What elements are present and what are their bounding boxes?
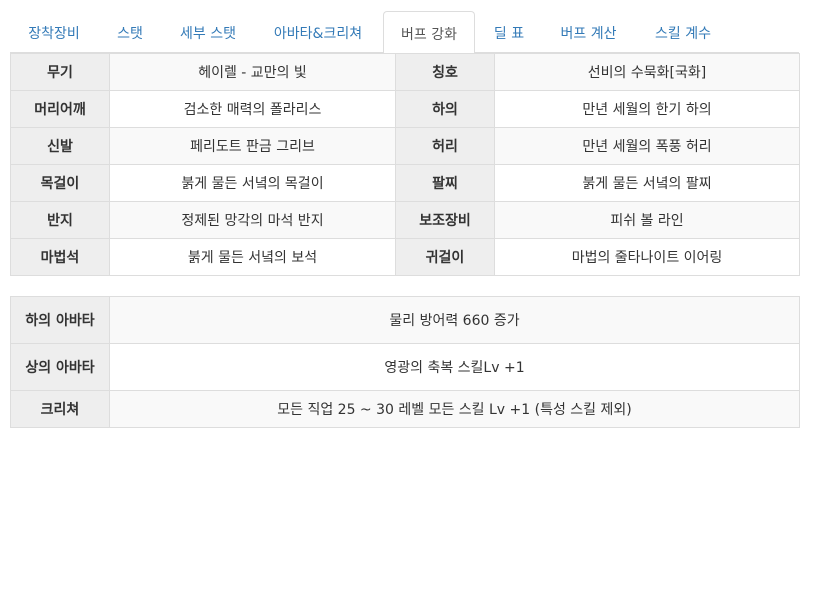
avatar-effect: 영광의 축복 스킬Lv +1 bbox=[109, 343, 800, 391]
slot-label: 칭호 bbox=[395, 53, 495, 91]
tab-avatar-creature[interactable]: 아바타&크리쳐 bbox=[254, 11, 382, 53]
slot-label: 하의 bbox=[395, 90, 495, 128]
slot-label: 목걸이 bbox=[10, 164, 110, 202]
slot-label: 머리어깨 bbox=[10, 90, 110, 128]
item-name: 붉게 물든 서녘의 목걸이 bbox=[109, 164, 396, 202]
avatar-label: 하의 아바타 bbox=[10, 296, 110, 344]
avatar-label: 상의 아바타 bbox=[10, 343, 110, 391]
item-name: 페리도트 판금 그리브 bbox=[109, 127, 396, 165]
table-row: 상의 아바타 영광의 축복 스킬Lv +1 bbox=[10, 343, 800, 391]
table-row: 무기 헤이렐 - 교만의 빛 칭호 선비의 수묵화[국화] bbox=[10, 53, 800, 91]
slot-label: 무기 bbox=[10, 53, 110, 91]
slot-label: 마법석 bbox=[10, 238, 110, 276]
slot-label: 허리 bbox=[395, 127, 495, 165]
item-name: 선비의 수묵화[국화] bbox=[494, 53, 800, 91]
item-name: 붉게 물든 서녘의 팔찌 bbox=[494, 164, 800, 202]
creature-effect: 모든 직업 25 ~ 30 레벨 모든 스킬 Lv +1 (특성 스킬 제외) bbox=[109, 390, 800, 428]
item-name: 붉게 물든 서녘의 보석 bbox=[109, 238, 396, 276]
table-row: 하의 아바타 물리 방어력 660 증가 bbox=[10, 296, 800, 344]
table-row: 신발 페리도트 판금 그리브 허리 만년 세월의 폭풍 허리 bbox=[10, 127, 800, 165]
table-row: 크리쳐 모든 직업 25 ~ 30 레벨 모든 스킬 Lv +1 (특성 스킬 … bbox=[10, 390, 800, 428]
item-name: 정제된 망각의 마석 반지 bbox=[109, 201, 396, 239]
slot-label: 팔찌 bbox=[395, 164, 495, 202]
table-row: 머리어깨 검소한 매력의 폴라리스 하의 만년 세월의 한기 하의 bbox=[10, 90, 800, 128]
tab-equipment[interactable]: 장착장비 bbox=[10, 11, 98, 53]
avatar-creature-table: 하의 아바타 물리 방어력 660 증가 상의 아바타 영광의 축복 스킬Lv … bbox=[10, 296, 800, 428]
tab-bar: 장착장비 스탯 세부 스탯 아바타&크리쳐 버프 강화 딜 표 버프 계산 스킬… bbox=[10, 11, 799, 54]
table-row: 마법석 붉게 물든 서녘의 보석 귀걸이 마법의 줄타나이트 이어링 bbox=[10, 238, 800, 276]
avatar-effect: 물리 방어력 660 증가 bbox=[109, 296, 800, 344]
item-name: 만년 세월의 한기 하의 bbox=[494, 90, 800, 128]
item-name: 헤이렐 - 교만의 빛 bbox=[109, 53, 396, 91]
item-name: 만년 세월의 폭풍 허리 bbox=[494, 127, 800, 165]
table-row: 목걸이 붉게 물든 서녘의 목걸이 팔찌 붉게 물든 서녘의 팔찌 bbox=[10, 164, 800, 202]
tab-buff-calc[interactable]: 버프 계산 bbox=[542, 11, 635, 53]
slot-label: 보조장비 bbox=[395, 201, 495, 239]
slot-label: 신발 bbox=[10, 127, 110, 165]
tab-skill-coefficient[interactable]: 스킬 계수 bbox=[635, 11, 731, 53]
slot-label: 귀걸이 bbox=[395, 238, 495, 276]
slot-label: 반지 bbox=[10, 201, 110, 239]
tab-damage-table[interactable]: 딜 표 bbox=[476, 11, 542, 53]
item-name: 검소한 매력의 폴라리스 bbox=[109, 90, 396, 128]
tab-stats[interactable]: 스탯 bbox=[98, 11, 162, 53]
item-name: 피쉬 볼 라인 bbox=[494, 201, 800, 239]
page: 장착장비 스탯 세부 스탯 아바타&크리쳐 버프 강화 딜 표 버프 계산 스킬… bbox=[0, 0, 819, 614]
creature-label: 크리쳐 bbox=[10, 390, 110, 428]
item-name: 마법의 줄타나이트 이어링 bbox=[494, 238, 800, 276]
table-row: 반지 정제된 망각의 마석 반지 보조장비 피쉬 볼 라인 bbox=[10, 201, 800, 239]
equipment-table: 무기 헤이렐 - 교만의 빛 칭호 선비의 수묵화[국화] 머리어깨 검소한 매… bbox=[10, 53, 800, 276]
tab-buff-enhance[interactable]: 버프 강화 bbox=[383, 11, 475, 54]
tab-detail-stats[interactable]: 세부 스탯 bbox=[162, 11, 254, 53]
